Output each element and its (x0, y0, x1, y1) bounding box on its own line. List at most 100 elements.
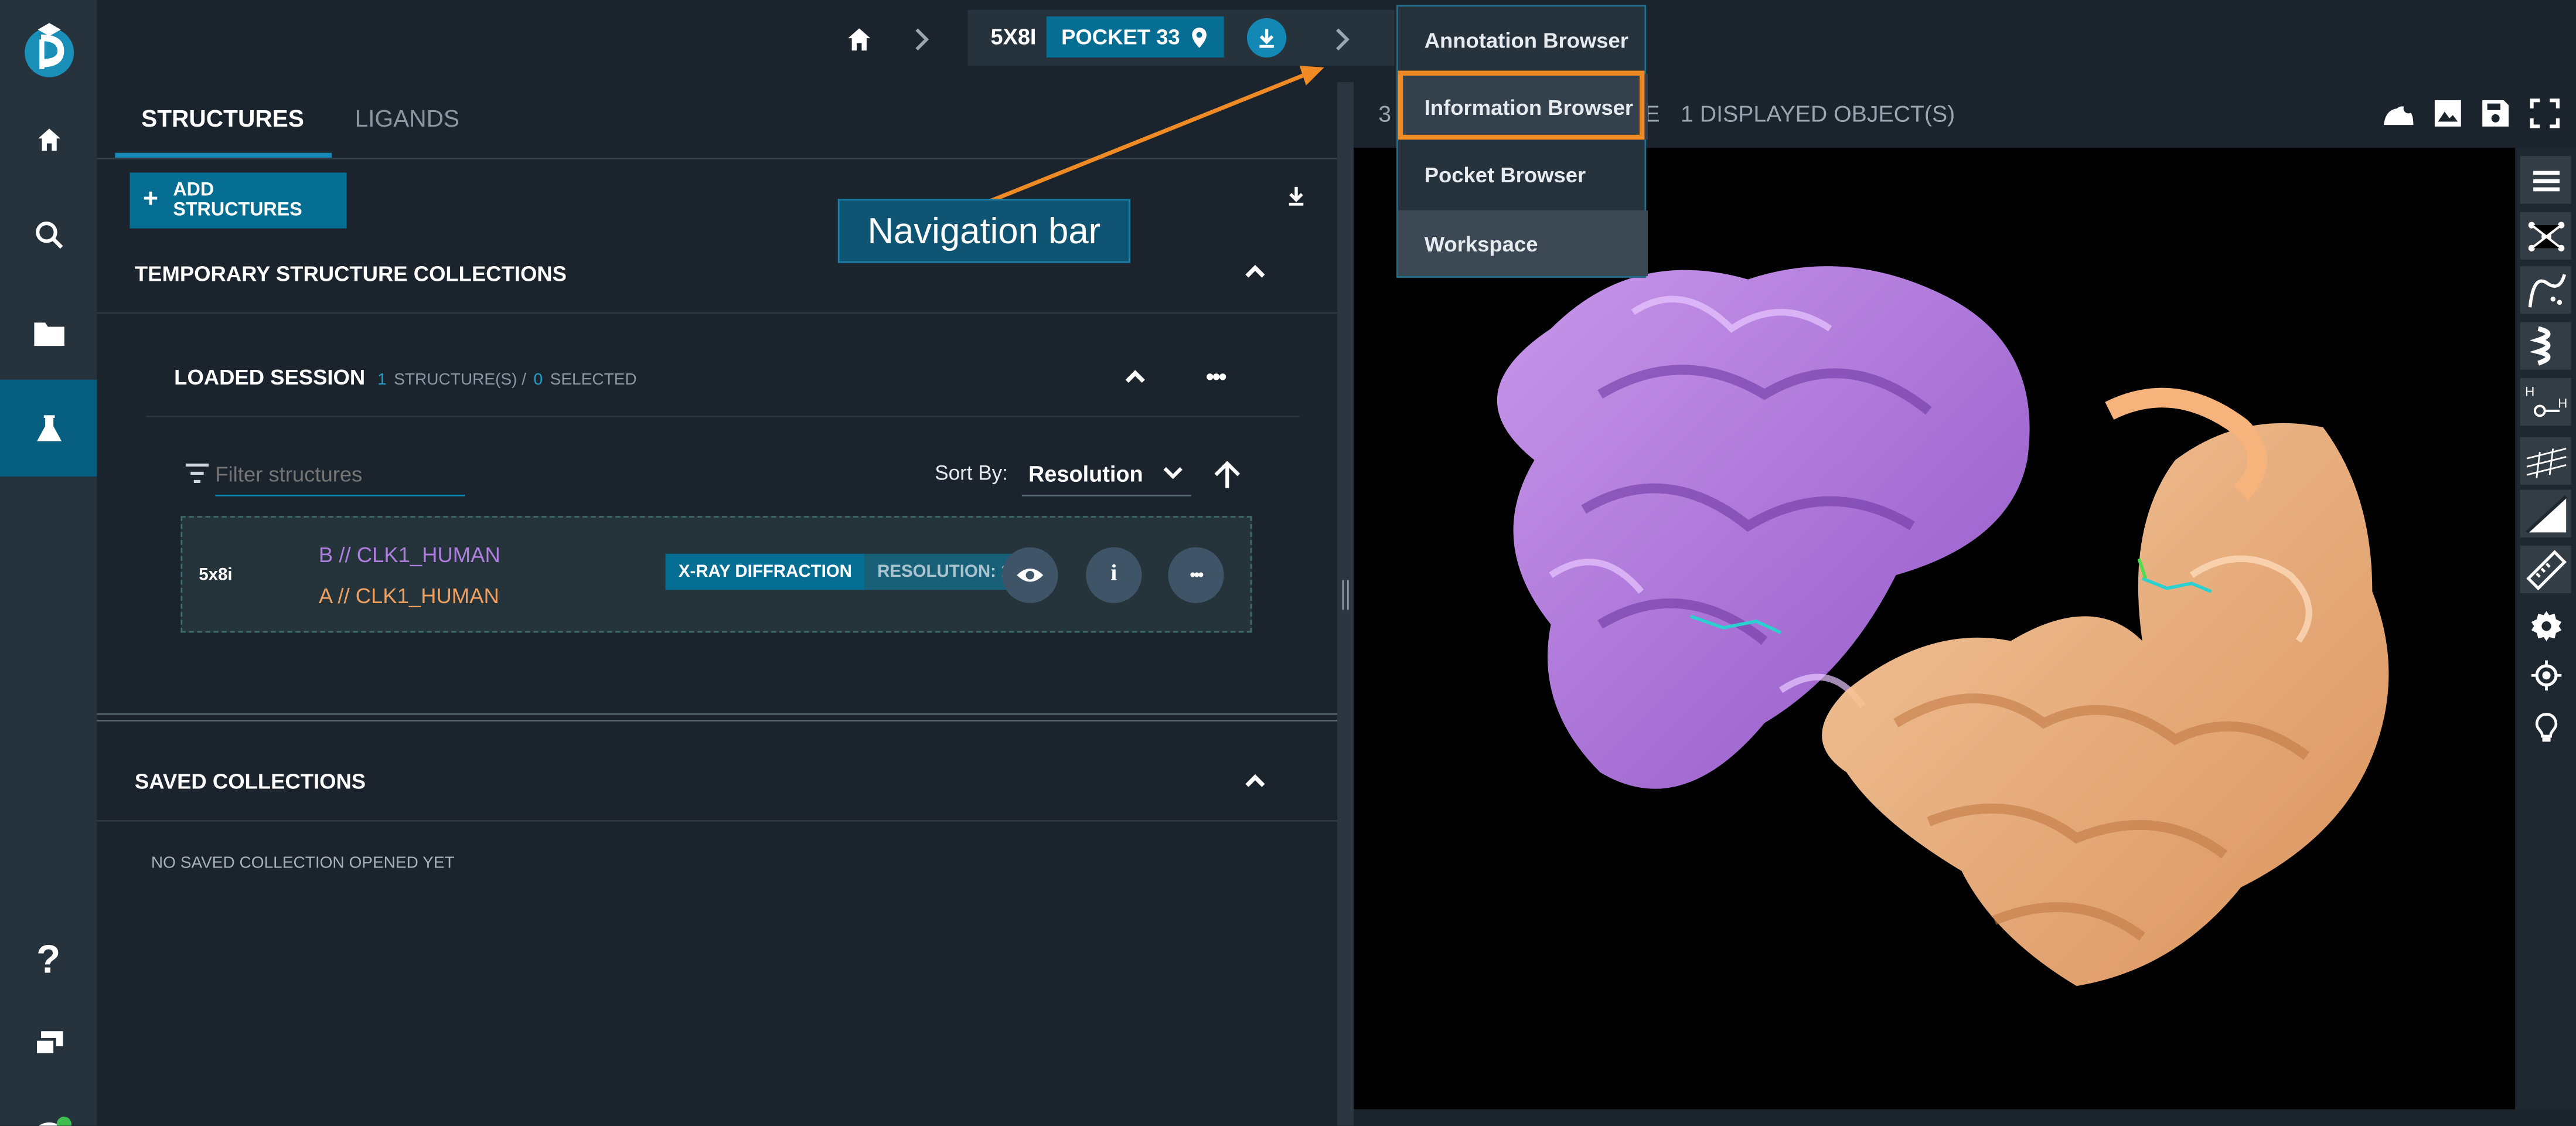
menu-item-pocket-browser[interactable]: Pocket Browser (1398, 141, 1648, 207)
viewer-fullscreen-button[interactable] (2529, 98, 2560, 136)
section-divider (97, 312, 1338, 314)
sort-direction-button[interactable] (1211, 458, 1243, 499)
collapse-session[interactable] (1124, 365, 1147, 396)
sort-by-value: Resolution (1028, 461, 1143, 486)
crosshair-icon (2530, 659, 2561, 690)
lightbulb-icon (2534, 712, 2557, 741)
location-pin-icon (1192, 26, 1207, 47)
viewer-menu-button[interactable] (2520, 156, 2571, 204)
nav-user[interactable] (0, 1076, 97, 1126)
more-horizontal-icon: ••• (1205, 363, 1227, 390)
pocket-badge[interactable]: POCKET 33 (1046, 16, 1224, 58)
help-icon: ? (36, 937, 61, 982)
molecule-icon (2527, 221, 2564, 251)
folder-icon (33, 322, 64, 345)
mesh-icon (2526, 447, 2566, 478)
ribbon-icon (2527, 273, 2565, 307)
flask-icon (36, 414, 61, 441)
structure-more-button[interactable]: ••• (1168, 547, 1224, 603)
windows-icon (33, 1030, 63, 1055)
protein-structure-render (1497, 266, 2389, 986)
resolution-badge: RESOLUTION: 1 (864, 553, 1022, 590)
annotation-arrow (978, 66, 1324, 207)
add-structures-button[interactable]: + ADD STRUCTURES (130, 172, 347, 229)
collapse-temp-collections[interactable] (1243, 260, 1266, 291)
menu-item-workspace[interactable]: Workspace (1398, 210, 1648, 276)
pocket-label: POCKET 33 (1061, 25, 1180, 50)
structure-row[interactable]: 5x8i B // CLK1_HUMAN A // CLK1_HUMAN X-R… (180, 516, 1252, 633)
session-divider (146, 416, 1300, 418)
collapse-saved-collections[interactable] (1243, 769, 1266, 800)
sort-by-label: Sort By: (935, 461, 1008, 485)
download-icon (1259, 29, 1274, 48)
structure-id[interactable]: 5X8I (991, 25, 1037, 49)
nav-folder[interactable] (0, 284, 97, 381)
breadcrumb-home[interactable] (838, 18, 881, 61)
svg-text:H: H (2524, 383, 2534, 398)
chain-a-label[interactable]: A // CLK1_HUMAN (319, 583, 499, 608)
svg-text:H: H (2557, 395, 2567, 410)
tab-structures[interactable]: STRUCTURES (141, 107, 304, 133)
gradient-icon (2524, 494, 2567, 533)
measure-button[interactable] (2520, 545, 2571, 594)
annotation-callout: Navigation bar (837, 199, 1130, 263)
method-badge: X-RAY DIFFRACTION (665, 553, 866, 590)
viewer-settings-button[interactable] (2520, 601, 2571, 649)
session-selected-suffix: SELECTED (550, 371, 637, 390)
temp-collections-title: TEMPORARY STRUCTURE COLLECTIONS (134, 261, 567, 286)
sort-by-select[interactable]: Resolution (1021, 452, 1191, 496)
structure-info-button[interactable]: i (1086, 547, 1142, 603)
filter-structures-input[interactable] (215, 453, 465, 496)
nav-search[interactable] (0, 186, 97, 283)
more-horizontal-icon: ••• (1190, 566, 1204, 584)
menu-icon (2532, 170, 2559, 190)
chevron-up-icon (1125, 370, 1145, 383)
annotation-label: Navigation bar (867, 209, 1101, 251)
menu-item-annotation-browser[interactable]: Annotation Browser (1398, 6, 1648, 72)
lighting-button[interactable] (2520, 703, 2571, 751)
surface-mesh-button[interactable] (2520, 437, 2571, 485)
viewer-save-button[interactable] (2480, 98, 2510, 136)
panel-resize-handle[interactable] (1337, 82, 1354, 1126)
representation-cartoon-button[interactable] (2520, 322, 2571, 370)
viewer-screenshot-button[interactable] (2433, 98, 2462, 136)
representation-ball-stick-button[interactable] (2520, 212, 2571, 260)
viewer-surface-button[interactable] (2382, 100, 2415, 138)
fullscreen-icon (2529, 98, 2560, 129)
center-view-button[interactable] (2520, 651, 2571, 698)
no-saved-collections-text: NO SAVED COLLECTION OPENED YET (151, 854, 455, 873)
viewer-toolbar: HH (2515, 148, 2576, 1110)
user-avatar-icon (37, 1115, 71, 1126)
color-scheme-button[interactable] (2520, 489, 2571, 538)
structures-panel: STRUCTURES LIGANDS + ADD STRUCTURES TEMP… (97, 82, 1338, 1126)
app-logo[interactable] (0, 0, 97, 97)
nav-home[interactable] (0, 90, 97, 187)
filter-icon (184, 462, 210, 493)
page-switcher-menu: Annotation Browser Information Browser P… (1396, 5, 1648, 278)
chevron-down-icon (1163, 467, 1183, 479)
tab-ligands[interactable]: LIGANDS (355, 107, 460, 133)
show-hydrogens-button[interactable]: HH (2520, 377, 2571, 426)
eye-icon (1017, 569, 1044, 582)
session-title: LOADED SESSION (174, 365, 366, 390)
search-icon (35, 220, 63, 248)
toggle-visibility-button[interactable] (1002, 547, 1058, 603)
chain-b-label[interactable]: B // CLK1_HUMAN (319, 542, 500, 567)
arrow-up-icon (1214, 461, 1241, 488)
home-icon (848, 28, 871, 51)
section-divider (97, 819, 1338, 822)
molecule-3d-viewer[interactable] (1354, 148, 2516, 1110)
chevron-up-icon (1245, 264, 1265, 278)
loaded-session-header: LOADED SESSION 1 STRUCTURE(S) / 0 SELECT… (174, 363, 636, 393)
viewer-mode-prefix: 3 (1378, 100, 1392, 127)
structure-row-id: 5x8i (199, 565, 233, 586)
session-more-button[interactable]: ••• (1205, 363, 1227, 393)
session-count-suffix: STRUCTURE(S) / (394, 371, 527, 390)
session-count: 1 (377, 371, 387, 390)
collections-separator (97, 713, 1338, 722)
download-button[interactable] (1246, 18, 1287, 58)
representation-ribbon-button[interactable] (2520, 266, 2571, 314)
saved-collections-title: SAVED COLLECTIONS (134, 769, 366, 794)
chevron-up-icon (1245, 774, 1265, 787)
nav-experiments[interactable] (0, 379, 97, 477)
